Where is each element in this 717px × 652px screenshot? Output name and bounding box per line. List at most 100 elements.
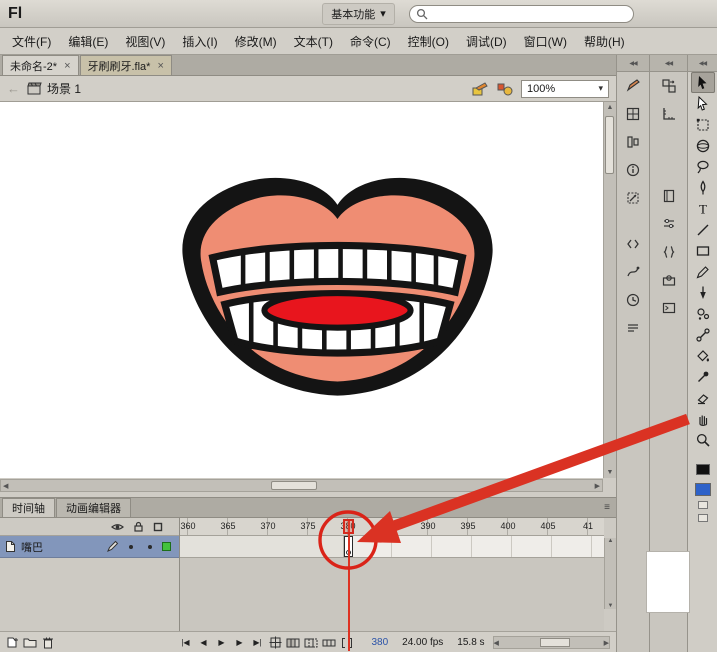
onion-skin-outline-button[interactable] (303, 635, 319, 651)
scene-breadcrumb[interactable]: 场景 1 (27, 80, 81, 97)
menu-help[interactable]: 帮助(H) (576, 29, 633, 54)
stage-artwork-mouth[interactable] (170, 160, 505, 408)
scroll-left-icon[interactable]: ◀ (494, 639, 499, 647)
swatches-panel-icon[interactable] (620, 102, 646, 126)
menu-view[interactable]: 视图(V) (117, 29, 173, 54)
brush-tool[interactable] (691, 282, 715, 303)
actions-panel-icon[interactable] (656, 240, 682, 264)
dock-collapse-button[interactable]: ◀◀ (688, 55, 717, 72)
subselection-tool[interactable] (691, 93, 715, 114)
history-panel-icon[interactable] (620, 288, 646, 312)
pencil-tool[interactable] (691, 261, 715, 282)
output-panel-icon[interactable] (656, 296, 682, 320)
center-frame-button[interactable] (267, 635, 283, 651)
step-forward-button[interactable]: ▶ (231, 635, 247, 651)
free-transform-tool[interactable] (691, 114, 715, 135)
align-panel-icon[interactable] (620, 130, 646, 154)
menu-window[interactable]: 窗口(W) (516, 29, 575, 54)
search-box[interactable] (409, 5, 634, 23)
go-to-first-frame-button[interactable]: |◀ (177, 635, 193, 651)
components-panel-icon[interactable] (656, 268, 682, 292)
edit-scene-button[interactable] (496, 81, 514, 97)
paint-bucket-tool[interactable] (691, 345, 715, 366)
lasso-tool[interactable] (691, 156, 715, 177)
stroke-color-swatch[interactable] (696, 464, 710, 475)
menu-text[interactable]: 文本(T) (286, 29, 341, 54)
play-button[interactable]: ▶ (213, 635, 229, 651)
scroll-up-icon[interactable]: ▲ (605, 102, 616, 113)
layer-row-mouth[interactable]: 嘴巴 (0, 536, 179, 558)
layer-visibility-dot[interactable] (129, 545, 133, 549)
timeline-frames-area[interactable]: 360 365 370 375 380 385 390 395 400 405 … (180, 518, 604, 631)
step-back-button[interactable]: ◀ (195, 635, 211, 651)
line-tool[interactable] (691, 219, 715, 240)
playhead-line[interactable] (348, 519, 350, 651)
layer-lock-dot[interactable] (148, 545, 152, 549)
rulers-panel-icon[interactable] (656, 102, 682, 126)
onion-skin-button[interactable] (285, 635, 301, 651)
swap-symbol-panel-icon[interactable] (656, 74, 682, 98)
document-tab-toothbrush[interactable]: 牙刷刷牙.fla* × (80, 55, 172, 75)
hand-tool[interactable] (691, 408, 715, 429)
menu-commands[interactable]: 命令(C) (342, 29, 399, 54)
info-panel-icon[interactable] (620, 158, 646, 182)
scrollbar-thumb[interactable] (540, 638, 570, 647)
dock-collapse-button[interactable]: ◀◀ (650, 55, 687, 72)
scroll-right-icon[interactable]: ▶ (604, 639, 609, 647)
new-folder-button[interactable] (22, 635, 38, 651)
frame-ruler[interactable]: 360 365 370 375 380 385 390 395 400 405 … (180, 518, 604, 536)
motion-presets-panel-icon[interactable] (620, 260, 646, 284)
close-icon[interactable]: × (157, 60, 163, 72)
scrollbar-thumb[interactable] (605, 116, 614, 174)
swap-colors-button[interactable] (698, 514, 708, 522)
zoom-level-select[interactable]: 100% ▾ (521, 80, 609, 98)
menu-insert[interactable]: 插入(I) (174, 29, 225, 54)
frame-rate-value[interactable]: 24.00 fps (402, 637, 443, 648)
layer-outline-color-swatch[interactable] (162, 542, 171, 551)
text-tool[interactable]: T (691, 198, 715, 219)
menu-control[interactable]: 控制(O) (400, 29, 457, 54)
eraser-tool[interactable] (691, 387, 715, 408)
deco-tool[interactable] (691, 303, 715, 324)
menu-debug[interactable]: 调试(D) (458, 29, 515, 54)
outline-column-icon[interactable] (153, 522, 163, 532)
eyedropper-tool[interactable] (691, 366, 715, 387)
zoom-tool[interactable] (691, 429, 715, 450)
edit-multiple-frames-button[interactable] (321, 635, 337, 651)
code-snippets-panel-icon[interactable] (620, 232, 646, 256)
go-to-last-frame-button[interactable]: ▶| (249, 635, 265, 651)
current-frame-value[interactable]: 380 (371, 637, 388, 648)
new-layer-button[interactable] (4, 635, 20, 651)
color-panel-icon[interactable] (620, 74, 646, 98)
edit-symbols-button[interactable] (471, 81, 489, 97)
scrollbar-thumb[interactable] (271, 481, 317, 490)
menu-edit[interactable]: 编辑(E) (60, 29, 116, 54)
menu-modify[interactable]: 修改(M) (227, 29, 285, 54)
stage-vertical-scrollbar[interactable]: ▲ ▼ (603, 102, 616, 478)
rectangle-tool[interactable] (691, 240, 715, 261)
scroll-down-icon[interactable]: ▼ (605, 467, 616, 478)
stage-horizontal-scrollbar[interactable]: ◀ ▶ (0, 479, 603, 492)
fill-color-swatch[interactable] (695, 483, 711, 496)
scroll-left-icon[interactable]: ◀ (1, 480, 10, 492)
menu-file[interactable]: 文件(F) (4, 29, 59, 54)
tab-timeline[interactable]: 时间轴 (2, 498, 55, 517)
timeline-vertical-scrollbar[interactable]: ▲ ▼ (604, 538, 616, 609)
transform-panel-icon[interactable] (620, 186, 646, 210)
bone-tool[interactable] (691, 324, 715, 345)
playhead-marker[interactable] (343, 519, 354, 534)
document-tab-untitled[interactable]: 未命名-2* × (2, 55, 79, 75)
selection-tool[interactable] (691, 72, 715, 93)
3d-rotation-tool[interactable] (691, 135, 715, 156)
dock-collapse-button[interactable]: ◀◀ (617, 55, 649, 72)
panel-menu-icon[interactable]: ≡ (604, 502, 610, 513)
visibility-column-eye-icon[interactable] (111, 522, 124, 532)
tab-motion-editor[interactable]: 动画编辑器 (56, 498, 131, 517)
properties-panel-icon[interactable] (656, 212, 682, 236)
layer-frames-row[interactable] (180, 536, 604, 558)
strings-panel-icon[interactable] (620, 316, 646, 340)
library-panel-icon[interactable] (656, 184, 682, 208)
search-input[interactable] (432, 8, 627, 20)
timeline-horizontal-scrollbar[interactable]: ◀ ▶ (493, 636, 610, 649)
back-arrow-icon[interactable]: ← (7, 81, 20, 96)
